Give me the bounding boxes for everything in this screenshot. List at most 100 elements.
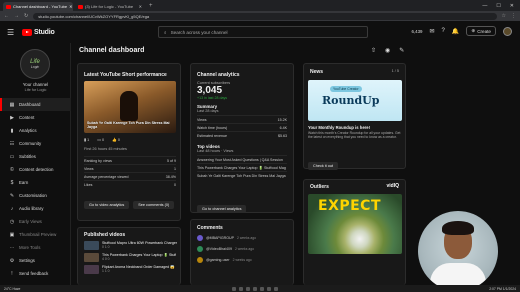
screen: Channel dashboard - YouTube ✕ (3) Life f… (0, 0, 520, 292)
dashboard-actions: ⇧ ◉ ✎ (371, 47, 404, 54)
go-to-channel-analytics-button[interactable]: Go to channel analytics (197, 205, 247, 213)
person-hair (442, 221, 474, 235)
sidebar-item-earn[interactable]: $ Earn (0, 176, 71, 189)
close-tab-icon[interactable]: ✕ (139, 4, 142, 9)
sidebar-item-thumbnail-preview[interactable]: ▣ Thumbnail Preview (0, 228, 71, 241)
metric-row: Views 1 (84, 164, 176, 172)
search-placeholder: Search across your channel (170, 29, 228, 35)
sidebar-item-early-views[interactable]: ◷ Early Views (0, 215, 71, 228)
views-stat: ▮ 1 (84, 138, 90, 142)
clock[interactable]: 2:07 PM 1/1/2024 (489, 287, 516, 291)
app-icon[interactable] (266, 286, 271, 291)
notifications-icon[interactable]: 🔔 (452, 28, 459, 35)
subtitles-icon: ▭ (9, 153, 15, 160)
channel-avatar[interactable]: Life Logic (20, 49, 50, 79)
app-icon[interactable] (273, 286, 278, 291)
hamburger-menu-icon[interactable]: ☰ (7, 28, 18, 37)
audio-library-icon: ♪ (10, 205, 14, 212)
help-icon[interactable]: ? (442, 28, 445, 34)
create-post-icon[interactable]: ✎ (399, 47, 404, 54)
app-icon[interactable] (252, 286, 257, 291)
video-title: This Powerbank Charges Your Laptop 🔋 Stu… (102, 253, 177, 257)
banner-pill: YouTube Creator (330, 86, 362, 92)
list-item[interactable]: This Powerbank Charges Your Laptop 🔋 Stu… (197, 163, 287, 171)
taskbar: 24°C Haze 2:07 PM 1/1/2024 (0, 285, 520, 292)
news-pager[interactable]: 1 / 5 (392, 69, 399, 73)
news-button-wrap: Check it out (308, 154, 339, 172)
avatar (197, 246, 203, 252)
go-to-video-analytics-button[interactable]: Go to video analytics (84, 201, 130, 209)
browser-menu-icon[interactable]: ⋮ (511, 13, 516, 19)
sidebar-item-content-detection[interactable]: © Content detection (0, 163, 71, 176)
sidebar-item-analytics[interactable]: ▮ Analytics (0, 124, 71, 137)
list-item[interactable]: Stuffcool Mapro Ultra 60W Powerbank Char… (84, 241, 178, 250)
see-comments-button[interactable]: See comments (0) (133, 201, 175, 209)
back-icon[interactable]: ← (4, 13, 9, 19)
bookmark-icon[interactable]: ☆ (502, 13, 506, 19)
list-item[interactable]: @MBAPIGROUP 2 weeks ago (197, 235, 291, 241)
comment-user: @gaming-user (206, 258, 230, 262)
reload-icon[interactable]: ↻ (24, 13, 28, 19)
create-icon: ⊕ (471, 28, 476, 33)
sidebar-item-label: Content detection (19, 167, 54, 172)
channel-name: Life for Logic (24, 88, 47, 92)
sidebar-item-more-tools[interactable]: ⋯ More Tools (0, 241, 71, 254)
list-item[interactable]: Subah Ye Galti Karenge Toh Pura Din Stre… (197, 171, 287, 179)
close-window-icon[interactable]: ✕ (510, 3, 514, 9)
thumbnail-text: EXPECT (318, 198, 382, 214)
avatar (197, 257, 203, 263)
list-item[interactable]: Flipkart Aroma Neckband Order Damaged 😱 … (84, 265, 178, 274)
browser-tab-dashboard[interactable]: Channel dashboard - YouTube ✕ (3, 2, 73, 11)
news-title: Your Monthly Roundup is here! (308, 125, 371, 130)
sidebar-item-send-feedback[interactable]: ! Send feedback (0, 267, 71, 280)
list-item[interactable]: @gaming-user 2 weeks ago (197, 257, 291, 263)
create-button[interactable]: ⊕ Create (466, 26, 496, 36)
short-stats: ▮ 1 ▭ 0 👍 0 (84, 137, 120, 142)
short-buttons: Go to video analytics See comments (0) (84, 201, 175, 209)
browser-tab-bar: Channel dashboard - YouTube ✕ (3) Life f… (0, 0, 520, 11)
comment-user: @VideoBhai409 (206, 247, 232, 251)
list-item[interactable]: This Powerbank Charges Your Laptop 🔋 Stu… (84, 253, 178, 262)
news-banner-image[interactable]: YouTube Creator RoundUp (308, 80, 402, 121)
go-live-icon[interactable]: ◉ (385, 47, 390, 54)
upload-icon[interactable]: ⇧ (371, 47, 376, 54)
search-input[interactable]: ⌕ Search across your channel (158, 26, 368, 38)
browser-tab-channel[interactable]: (3) Life for Logic - YouTube ✕ (75, 2, 145, 11)
app-icon[interactable] (245, 286, 250, 291)
messages-icon[interactable]: ✉ (429, 28, 434, 35)
webcam-overlay (418, 211, 498, 291)
youtube-favicon-icon (6, 4, 11, 9)
outlier-thumbnail[interactable]: EXPECT (308, 194, 402, 254)
search-icon[interactable] (238, 286, 243, 291)
your-channel-label: Your channel (22, 82, 49, 87)
close-tab-icon[interactable]: ✕ (69, 4, 72, 9)
sidebar-item-subtitles[interactable]: ▭ Subtitles (0, 150, 71, 163)
sidebar-item-audio-library[interactable]: ♪ Audio library (0, 202, 71, 215)
banner-title: RoundUp (322, 94, 380, 107)
url-field[interactable]: studio.youtube.com/channel/UCvWkZOYYFRgp… (33, 12, 497, 20)
list-item[interactable]: @VideoBhai409 2 weeks ago (197, 246, 291, 252)
sidebar-item-settings[interactable]: ⚙ Settings (0, 254, 71, 267)
forward-icon[interactable]: → (14, 13, 19, 19)
sidebar-item-dashboard[interactable]: ▦ Dashboard (0, 98, 71, 111)
weather-widget[interactable]: 24°C Haze (4, 287, 20, 291)
thumbnail-figure (120, 91, 138, 121)
short-thumbnail[interactable]: Subah Ye Galti Karenge Toh Pura Din Stre… (84, 81, 176, 133)
maximize-icon[interactable]: ☐ (496, 3, 500, 9)
vidiq-points: 6,439 (411, 28, 423, 34)
check-it-out-button[interactable]: Check it out (308, 162, 339, 170)
sidebar-item-content[interactable]: ▶ Content (0, 111, 71, 124)
sidebar-item-customisation[interactable]: ✎ Customisation (0, 189, 71, 202)
new-tab-button[interactable]: + (149, 2, 153, 11)
sidebar-item-label: Send feedback (19, 271, 49, 276)
minimize-icon[interactable]: — (482, 3, 487, 9)
studio-logo[interactable]: Studio (22, 28, 55, 36)
list-item[interactable]: Answering Your Most Asked Questions | Q&… (197, 155, 287, 163)
account-avatar[interactable] (503, 26, 512, 36)
sidebar-nav: ▦ Dashboard ▶ Content ▮ Analytics ☷ Communit… (0, 98, 71, 280)
sidebar-item-community[interactable]: ☷ Community (0, 137, 71, 150)
thumbnail-caption: Subah Ye Galti Karenge Toh Pura Din Stre… (87, 121, 170, 129)
app-icon[interactable] (259, 286, 264, 291)
start-icon[interactable] (231, 286, 236, 291)
card-heading: Latest YouTube Short performance (84, 72, 167, 78)
